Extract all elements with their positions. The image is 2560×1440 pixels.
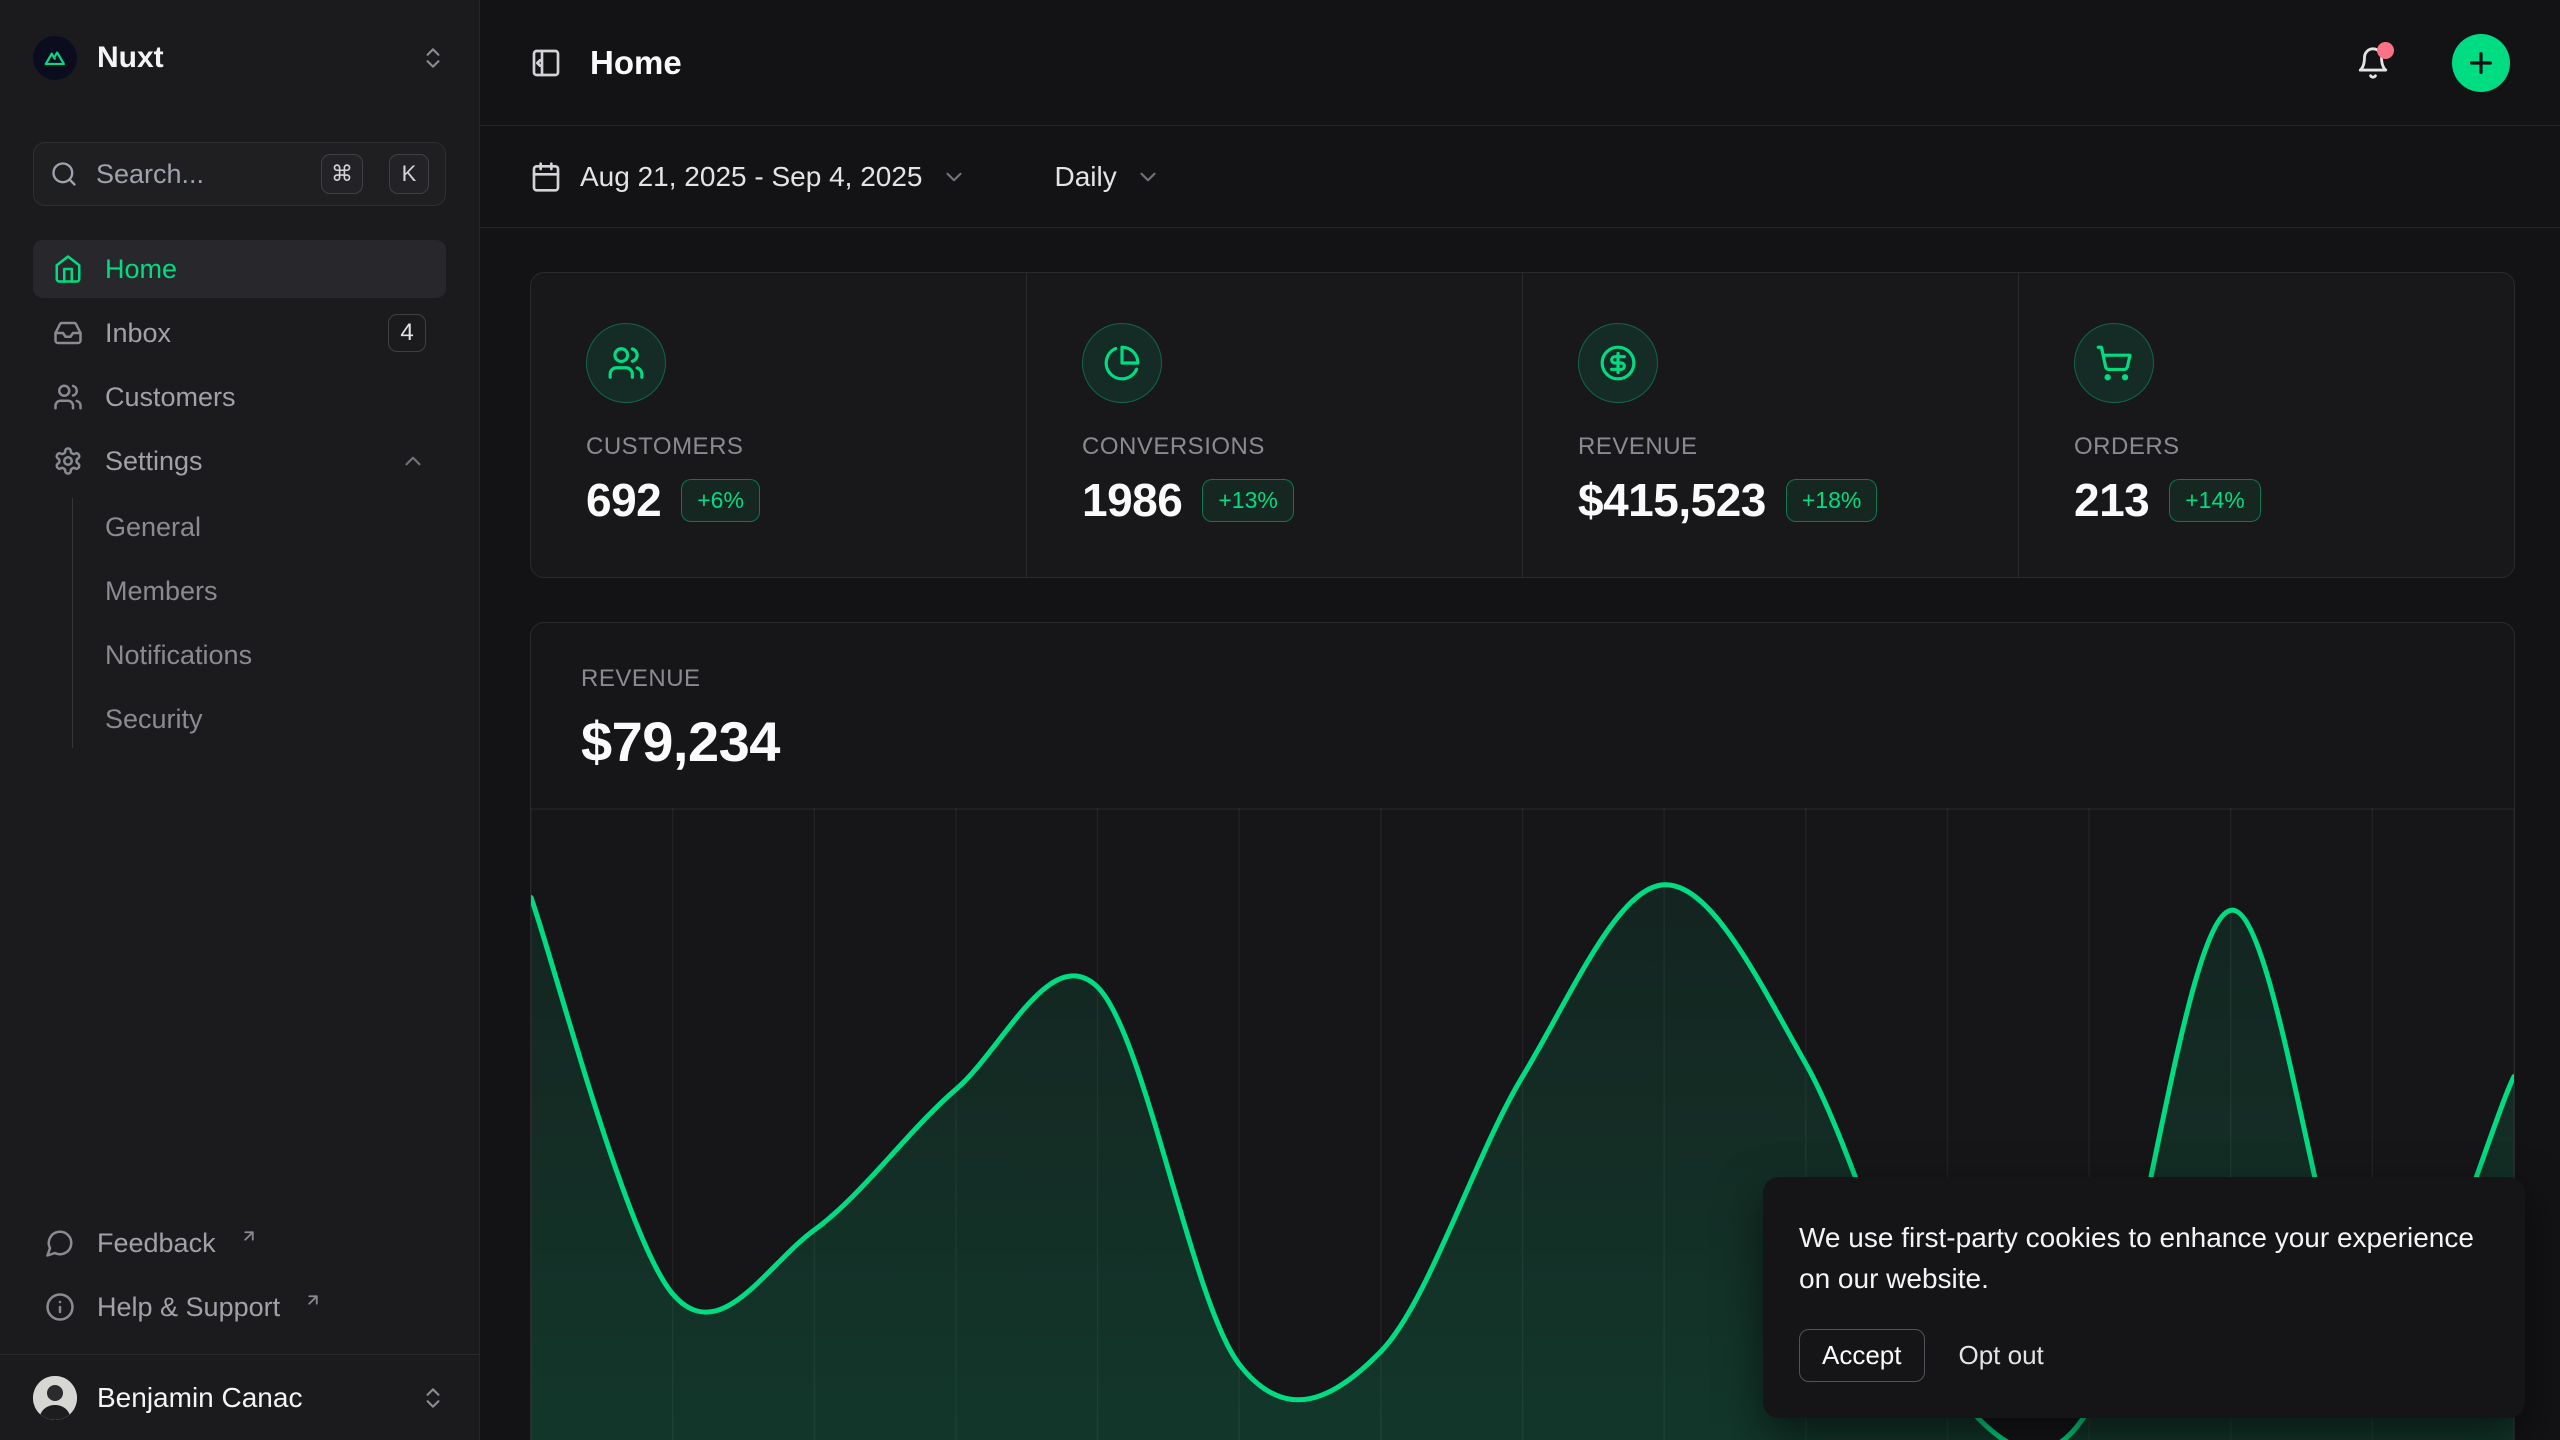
user-name: Benjamin Canac [97,1382,400,1414]
stat-label: CONVERSIONS [1082,433,1522,461]
chevrons-up-down-icon [420,1385,446,1411]
stat-value: 1986 [1082,473,1182,527]
sidebar-item-members[interactable]: Members [105,562,446,620]
calendar-icon [530,161,562,193]
search-icon [50,160,78,188]
sidebar-item-help-support[interactable]: Help & Support [33,1278,446,1336]
workspace-name: Nuxt [97,41,400,75]
sidebar-item-inbox[interactable]: Inbox 4 [33,304,446,362]
inbox-count-badge: 4 [388,314,426,352]
search-input[interactable]: Search... ⌘ K [33,142,446,206]
sidebar-nav: Home Inbox 4 Customers Settings Ge [33,240,446,748]
users-icon [53,382,83,412]
stat-label: CUSTOMERS [586,433,1026,461]
dollar-circle-icon [1578,323,1658,403]
sidebar-footer: Feedback Help & Support [33,1214,446,1354]
sidebar-item-label: Inbox [105,318,366,349]
stat-label: ORDERS [2074,433,2514,461]
sidebar-item-customers[interactable]: Customers [33,368,446,426]
external-link-icon [304,1291,322,1309]
opt-out-button[interactable]: Opt out [1959,1340,2044,1371]
stat-value: 692 [586,473,661,527]
settings-children: General Members Notifications Security [72,498,446,748]
date-range-picker[interactable]: Aug 21, 2025 - Sep 4, 2025 [530,161,967,193]
accept-button[interactable]: Accept [1799,1329,1925,1382]
add-button[interactable] [2452,34,2510,92]
search-placeholder: Search... [96,159,303,190]
revenue-chart-label: REVENUE [581,665,2464,693]
pie-chart-icon [1082,323,1162,403]
stat-orders[interactable]: ORDERS 213 +14% [2018,273,2514,577]
info-icon [45,1292,75,1322]
sidebar-item-label: Home [105,254,426,285]
stat-delta-badge: +6% [681,479,760,522]
home-icon [53,254,83,284]
gear-icon [53,446,83,476]
chevron-up-icon [400,448,426,474]
sidebar-item-security[interactable]: Security [105,690,446,748]
sidebar-spacer [0,748,479,1214]
sidebar-item-home[interactable]: Home [33,240,446,298]
sidebar-item-general[interactable]: General [105,498,446,556]
user-menu[interactable]: Benjamin Canac [0,1354,479,1440]
filter-bar: Aug 21, 2025 - Sep 4, 2025 Daily [480,126,2560,228]
granularity-select[interactable]: Daily [1055,161,1161,193]
notifications-button[interactable] [2356,46,2390,80]
stat-revenue[interactable]: REVENUE $415,523 +18% [1522,273,2018,577]
stats-card: CUSTOMERS 692 +6% CONVERSIONS 1986 +13% [530,272,2515,578]
sidebar-item-label: Settings [105,446,378,477]
chevron-down-icon [1135,164,1161,190]
stat-delta-badge: +14% [2169,479,2260,522]
stat-delta-badge: +13% [1202,479,1293,522]
external-link-icon [240,1227,258,1245]
message-circle-icon [45,1228,75,1258]
sidebar-item-label: Feedback [97,1228,216,1259]
users-icon [586,323,666,403]
main-area: Home Aug 21, 2025 - Sep 4, 2025 Daily [480,0,2560,1440]
date-range-value: Aug 21, 2025 - Sep 4, 2025 [580,161,923,193]
notification-dot [2377,42,2394,59]
chevron-down-icon [941,164,967,190]
inbox-icon [53,318,83,348]
sidebar: Nuxt Search... ⌘ K Home Inbox 4 [0,0,480,1440]
kbd-k: K [389,154,429,194]
stat-value: $415,523 [1578,473,1766,527]
stat-delta-badge: +18% [1786,479,1877,522]
workspace-switcher[interactable]: Nuxt [33,26,446,90]
page-title: Home [590,44,2328,82]
cart-icon [2074,323,2154,403]
stat-conversions[interactable]: CONVERSIONS 1986 +13% [1026,273,1522,577]
sidebar-collapse-icon[interactable] [530,47,562,79]
granularity-value: Daily [1055,161,1117,193]
stat-customers[interactable]: CUSTOMERS 692 +6% [531,273,1026,577]
cookie-banner: We use first-party cookies to enhance yo… [1763,1177,2525,1418]
chevrons-up-down-icon [420,45,446,71]
sidebar-item-label: Help & Support [97,1292,280,1323]
stat-value: 213 [2074,473,2149,527]
sidebar-item-notifications[interactable]: Notifications [105,626,446,684]
sidebar-item-feedback[interactable]: Feedback [33,1214,446,1272]
sidebar-item-settings[interactable]: Settings [33,432,446,490]
cookie-message: We use first-party cookies to enhance yo… [1799,1217,2489,1299]
kbd-meta: ⌘ [321,154,363,194]
stat-label: REVENUE [1578,433,2018,461]
sidebar-item-label: Customers [105,382,426,413]
revenue-chart-value: $79,234 [581,709,2464,774]
header: Home [480,0,2560,126]
nuxt-logo-icon [33,36,77,80]
avatar [33,1376,77,1420]
